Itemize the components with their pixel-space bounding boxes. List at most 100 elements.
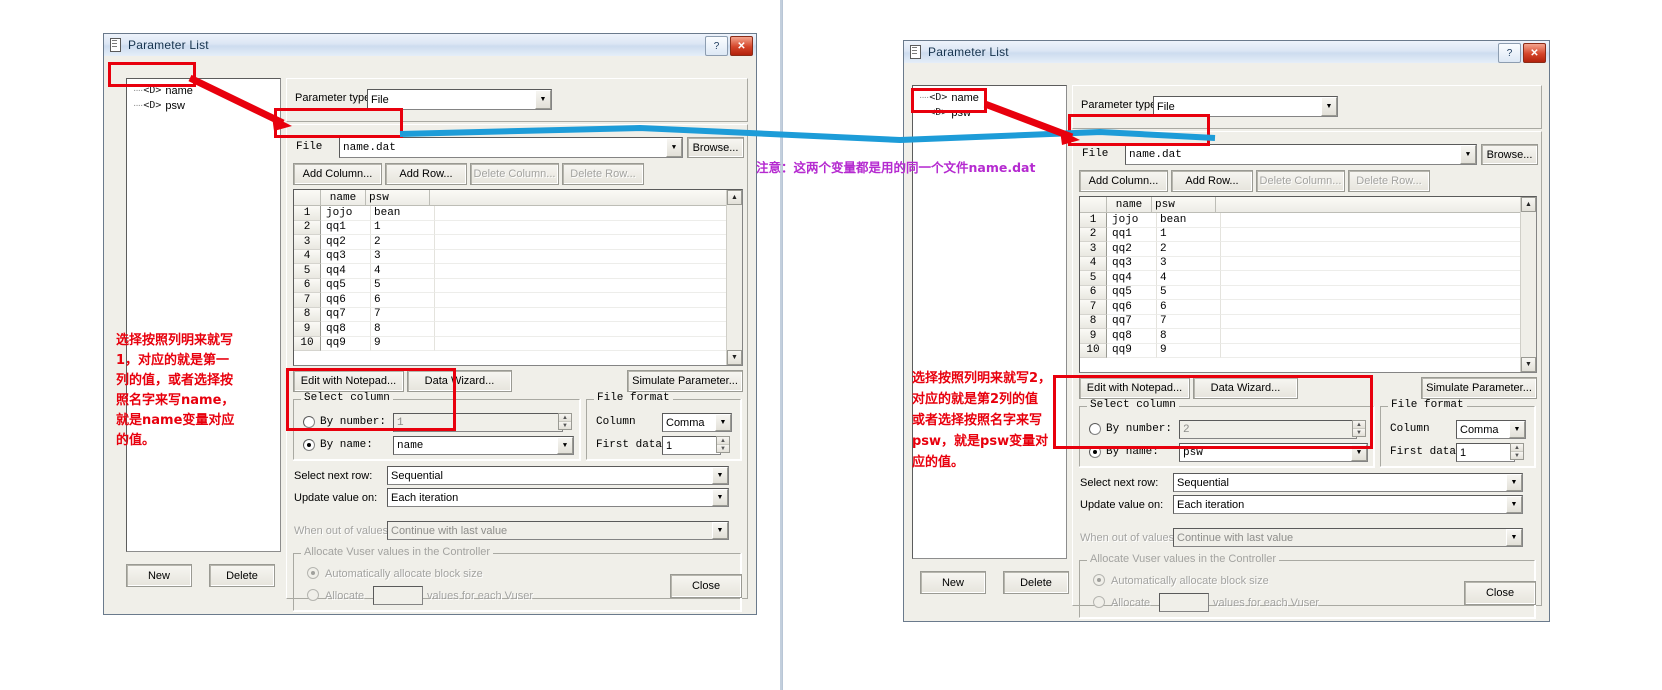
cell-psw[interactable]: 1 [1157,227,1221,242]
table-row[interactable]: 8 qq7 7 [294,307,742,322]
first-data-spinner[interactable]: ▲ ▼ [1510,443,1524,460]
title-bar[interactable]: Parameter List ? ✕ [104,34,756,57]
close-icon-button[interactable]: ✕ [730,36,753,56]
row-number-cell[interactable]: 1 [294,206,321,221]
table-row[interactable]: 9 qq8 8 [294,322,742,337]
grid-body[interactable]: 1 jojo bean 2 qq1 1 3 qq2 2 4 qq3 3 5 qq4 4 6 qq5 5 7 qq6 6 8… [1080,213,1536,358]
select-next-row-combo[interactable]: Sequential ▼ [1173,473,1523,492]
row-number-cell[interactable]: 2 [294,220,321,235]
simulate-parameter-button[interactable]: Simulate Parameter... [1421,377,1537,399]
cell-psw[interactable]: 8 [371,322,435,337]
column-combo[interactable]: Comma ▼ [662,413,732,432]
grid-vertical-scrollbar[interactable]: ▲ ▼ [1520,197,1536,372]
parameter-data-grid[interactable]: name psw 1 jojo bean 2 qq1 1 3 qq2 2 4 qq3 3 5 qq4 4 6 q… [293,189,743,366]
cell-name[interactable]: qq6 [1107,300,1157,315]
cell-name[interactable]: qq4 [1107,271,1157,286]
parameter-data-grid[interactable]: name psw 1 jojo bean 2 qq1 1 3 qq2 2 4 qq3 3 5 qq4 4 6 q… [1079,196,1537,373]
cell-name[interactable]: qq8 [321,322,371,337]
cell-name[interactable]: jojo [321,206,371,221]
table-row[interactable]: 4 qq3 3 [294,249,742,264]
row-number-cell[interactable]: 3 [294,235,321,250]
cell-psw[interactable]: 6 [1157,300,1221,315]
scroll-down-icon[interactable]: ▼ [1521,357,1536,372]
spin-up-icon[interactable]: ▲ [559,414,571,422]
cell-name[interactable]: qq2 [1107,242,1157,257]
chevron-down-icon[interactable]: ▼ [1460,145,1476,164]
add-row-button[interactable]: Add Row... [385,163,467,185]
browse-button[interactable]: Browse... [1481,144,1538,165]
chevron-down-icon[interactable]: ▼ [712,489,728,506]
parameter-type-combo[interactable]: File ▼ [367,89,552,110]
cell-name[interactable]: qq7 [321,307,371,322]
table-row[interactable]: 3 qq2 2 [1080,242,1536,257]
grid-header-psw[interactable]: psw [366,190,430,205]
first-data-spinner[interactable]: ▲ ▼ [716,436,730,453]
scroll-up-icon[interactable]: ▲ [727,190,742,205]
cell-name[interactable]: qq2 [321,235,371,250]
cell-psw[interactable]: 4 [1157,271,1221,286]
cell-psw[interactable]: 8 [1157,329,1221,344]
by-number-spinner[interactable]: ▲ ▼ [558,413,572,430]
add-row-button[interactable]: Add Row... [1171,170,1253,192]
cell-name[interactable]: qq3 [1107,256,1157,271]
cell-psw[interactable]: 3 [371,249,435,264]
cell-psw[interactable]: bean [1157,213,1221,228]
table-row[interactable]: 8 qq7 7 [1080,314,1536,329]
cell-psw[interactable]: 3 [1157,256,1221,271]
grid-body[interactable]: 1 jojo bean 2 qq1 1 3 qq2 2 4 qq3 3 5 qq4 4 6 qq5 5 7 qq6 6 8… [294,206,742,351]
help-button[interactable]: ? [1498,43,1521,63]
delete-button[interactable]: Delete [209,564,275,587]
browse-button[interactable]: Browse... [687,137,744,158]
table-row[interactable]: 10 qq9 9 [1080,343,1536,358]
title-bar[interactable]: Parameter List ? ✕ [904,41,1549,64]
row-number-cell[interactable]: 8 [294,307,321,322]
parameter-tree[interactable]: ···· <D> name ···· <D> psw [912,85,1067,559]
update-value-on-combo[interactable]: Each iteration ▼ [387,488,729,507]
cell-psw[interactable]: 1 [371,220,435,235]
cell-psw[interactable]: 7 [371,307,435,322]
table-row[interactable]: 2 qq1 1 [1080,227,1536,242]
cell-psw[interactable]: 9 [371,336,435,351]
chevron-down-icon[interactable]: ▼ [535,90,551,109]
table-row[interactable]: 1 jojo bean [1080,213,1536,228]
spin-up-icon[interactable]: ▲ [1511,444,1523,452]
update-value-on-combo[interactable]: Each iteration ▼ [1173,495,1523,514]
row-number-cell[interactable]: 7 [1080,300,1107,315]
cell-psw[interactable]: 7 [1157,314,1221,329]
cell-name[interactable]: qq6 [321,293,371,308]
cell-name[interactable]: qq1 [321,220,371,235]
row-number-cell[interactable]: 6 [1080,285,1107,300]
parameter-tree[interactable]: ···· <D> name ···· <D> psw [126,78,281,552]
cell-psw[interactable]: 2 [1157,242,1221,257]
column-combo[interactable]: Comma ▼ [1456,420,1526,439]
row-number-cell[interactable]: 10 [294,336,321,351]
row-number-cell[interactable]: 5 [1080,271,1107,286]
scroll-track[interactable] [727,205,742,350]
row-number-cell[interactable]: 7 [294,293,321,308]
table-row[interactable]: 5 qq4 4 [1080,271,1536,286]
row-number-cell[interactable]: 9 [1080,329,1107,344]
table-row[interactable]: 4 qq3 3 [1080,256,1536,271]
cell-psw[interactable]: 5 [371,278,435,293]
by-name-combo[interactable]: name ▼ [393,436,574,455]
new-button[interactable]: New [920,571,986,594]
chevron-down-icon[interactable]: ▼ [557,437,573,454]
scroll-track[interactable] [1521,212,1536,357]
cell-psw[interactable]: 6 [371,293,435,308]
cell-name[interactable]: qq3 [321,249,371,264]
file-combo[interactable]: name.dat ▼ [1125,144,1477,165]
close-button[interactable]: Close [670,574,742,598]
cell-name[interactable]: qq9 [1107,343,1157,358]
row-number-cell[interactable]: 5 [294,264,321,279]
close-icon-button[interactable]: ✕ [1523,43,1546,63]
row-number-cell[interactable]: 2 [1080,227,1107,242]
cell-name[interactable]: qq5 [1107,285,1157,300]
select-next-row-combo[interactable]: Sequential ▼ [387,466,729,485]
chevron-down-icon[interactable]: ▼ [1509,421,1525,438]
tree-item-psw[interactable]: ···· <D> psw [127,98,280,113]
grid-header-psw[interactable]: psw [1152,197,1216,212]
parameter-list-window-left[interactable]: Parameter List ? ✕ ···· <D> name ···· <D… [103,33,757,615]
file-combo[interactable]: name.dat ▼ [339,137,683,158]
row-number-cell[interactable]: 9 [294,322,321,337]
row-number-cell[interactable]: 1 [1080,213,1107,228]
